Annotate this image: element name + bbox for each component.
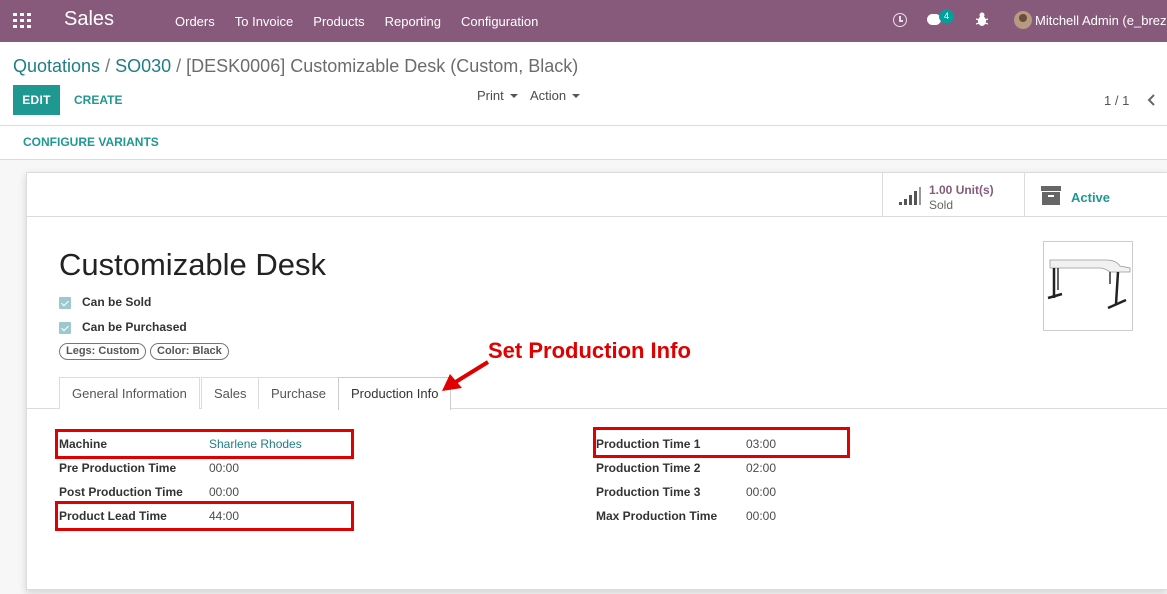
breadcrumb: Quotations / SO030/[DESK0006] Customizable… (13, 56, 578, 77)
breadcrumb-current: [DESK0006] Customizable Desk (Custom, Bl… (186, 56, 579, 76)
print-label: Print (477, 88, 504, 103)
tab-production-info[interactable]: Production Info (338, 377, 452, 410)
production-time-3-label: Production Time 3 (596, 485, 701, 499)
can-be-purchased-checkbox[interactable] (59, 322, 71, 334)
menu-orders[interactable]: Orders (175, 14, 215, 29)
configure-variants-button[interactable]: CONFIGURE VARIANTS (23, 135, 159, 149)
post-production-time-label: Post Production Time (59, 485, 183, 499)
button-box: 1.00 Unit(s) Sold Active (27, 173, 1167, 217)
post-production-time-value: 00:00 (209, 485, 240, 499)
caret-down-icon (572, 93, 581, 98)
action-dropdown[interactable]: Action (530, 88, 581, 103)
divider (0, 125, 1167, 126)
chevron-left-icon[interactable] (1147, 94, 1156, 106)
highlight-production-time-1 (593, 427, 850, 458)
active-toggle-button[interactable]: Active (1024, 173, 1167, 216)
caret-down-icon (509, 93, 518, 98)
red-arrow-icon (442, 360, 490, 391)
desk-image (1047, 259, 1131, 310)
sold-label: Sold (929, 198, 954, 212)
menu-products[interactable]: Products (313, 14, 364, 29)
menu-configuration[interactable]: Configuration (461, 14, 538, 29)
create-button[interactable]: CREATE (74, 93, 122, 107)
production-time-2-label: Production Time 2 (596, 461, 701, 475)
user-avatar[interactable] (1014, 11, 1032, 29)
tab-purchase[interactable]: Purchase (258, 377, 339, 409)
menu-to-invoice[interactable]: To Invoice (235, 14, 294, 29)
app-brand[interactable]: Sales (64, 8, 114, 31)
print-dropdown[interactable]: Print (477, 88, 518, 103)
can-be-sold-checkbox[interactable] (59, 297, 71, 309)
max-production-time-label: Max Production Time (596, 509, 718, 523)
archive-icon (1041, 186, 1061, 205)
breadcrumb-separator: / (176, 56, 182, 76)
tab-sales[interactable]: Sales (201, 377, 260, 409)
bug-icon[interactable] (976, 12, 988, 27)
main-menu: Orders To Invoice Products Reporting Con… (175, 0, 558, 42)
sold-smart-button[interactable]: 1.00 Unit(s) Sold (882, 173, 1024, 216)
product-image[interactable] (1043, 241, 1133, 331)
can-be-sold-label: Can be Sold (82, 295, 152, 309)
chat-badge: 4 (939, 10, 954, 23)
signal-bars-icon (899, 187, 921, 205)
menu-reporting[interactable]: Reporting (385, 14, 441, 29)
max-production-time-value: 00:00 (746, 509, 777, 523)
production-time-2-value: 02:00 (746, 461, 777, 475)
can-be-purchased-label: Can be Purchased (82, 320, 187, 334)
production-time-3-value: 00:00 (746, 485, 777, 499)
activity-clock-icon[interactable] (893, 13, 907, 27)
top-navbar: Sales Orders To Invoice Products Reporti… (0, 0, 1167, 42)
attribute-tag: Legs: Custom (59, 343, 147, 360)
breadcrumb-order[interactable]: SO030 (115, 56, 171, 76)
action-label: Action (530, 88, 567, 103)
active-label: Active (1071, 190, 1111, 205)
annotation-text: Set Production Info (488, 338, 691, 363)
highlight-product-lead-time (55, 501, 354, 531)
pre-production-time-value: 00:00 (209, 461, 240, 475)
edit-button[interactable]: EDIT (13, 85, 60, 115)
sold-value: 1.00 Unit(s) (929, 183, 994, 197)
tab-general-information[interactable]: General Information (59, 377, 200, 409)
pager-value[interactable]: 1 / 1 (1104, 93, 1129, 108)
attribute-tag: Color: Black (150, 343, 229, 360)
product-name: Customizable Desk (59, 247, 327, 282)
highlight-machine (55, 429, 354, 459)
breadcrumb-separator: / (105, 56, 111, 76)
pre-production-time-label: Pre Production Time (59, 461, 177, 475)
apps-menu-icon[interactable] (13, 13, 31, 28)
breadcrumb-quotations[interactable]: Quotations (13, 56, 100, 76)
user-menu[interactable]: Mitchell Admin (e_brez (1035, 13, 1167, 28)
